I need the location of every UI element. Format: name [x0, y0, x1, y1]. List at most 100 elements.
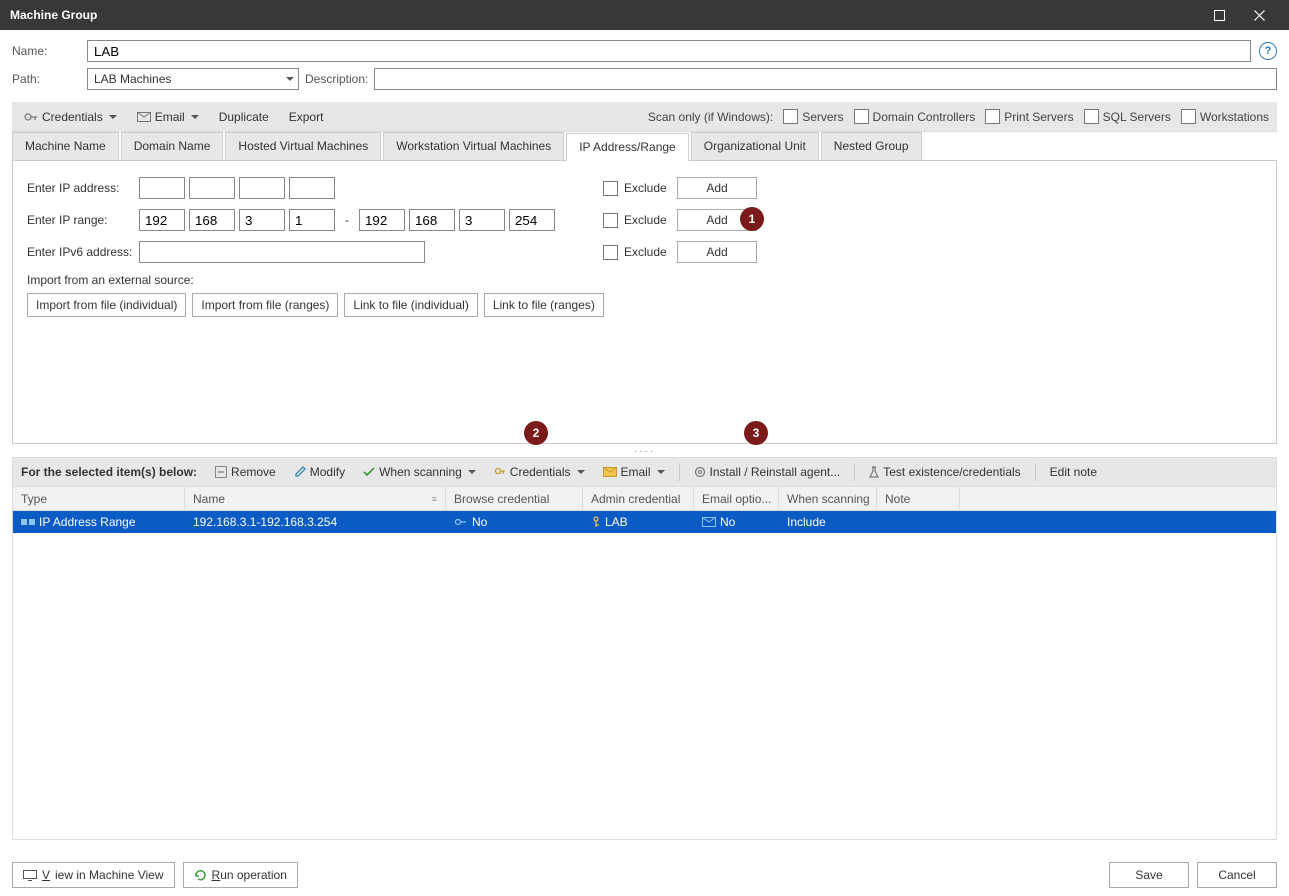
mail-icon [137, 112, 151, 122]
ip-octet-3[interactable] [239, 177, 285, 199]
tabs: Machine Name Domain Name Hosted Virtual … [12, 132, 1277, 161]
row-browse: No [472, 515, 487, 529]
ip-octet-1[interactable] [139, 177, 185, 199]
key-icon [454, 517, 468, 527]
col-when[interactable]: When scanning [779, 487, 877, 510]
install-agent-button[interactable]: Install / Reinstall agent... [690, 463, 845, 481]
tab-ou[interactable]: Organizational Unit [691, 132, 819, 160]
maximize-button[interactable] [1199, 0, 1239, 30]
col-name[interactable]: Name≡ [185, 487, 446, 510]
window-title: Machine Group [10, 8, 97, 22]
col-browse[interactable]: Browse credential [446, 487, 583, 510]
toolbar-top: Credentials Email Duplicate Export Scan … [12, 102, 1277, 132]
ip-add-button[interactable]: Add [677, 177, 757, 199]
row-when: Include [787, 515, 826, 529]
refresh-icon [194, 869, 207, 882]
import-file-individual-button[interactable]: Import from file (individual) [27, 293, 186, 317]
ip-octet-4[interactable] [289, 177, 335, 199]
gear-icon [694, 466, 706, 478]
when-scanning-dropdown[interactable]: When scanning [359, 463, 480, 481]
chevron-down-icon [286, 77, 294, 81]
minus-icon [215, 466, 227, 478]
name-label: Name: [12, 44, 87, 58]
tab-ip-range[interactable]: IP Address/Range [566, 133, 689, 161]
tab-machine-name[interactable]: Machine Name [12, 132, 119, 160]
titlebar: Machine Group [0, 0, 1289, 30]
annotation-badge-1: 1 [740, 207, 764, 231]
range-dash: - [345, 213, 349, 227]
domain-controllers-checkbox[interactable]: Domain Controllers [854, 109, 976, 124]
servers-checkbox[interactable]: Servers [783, 109, 843, 124]
chevron-down-icon [191, 115, 199, 119]
email-dropdown[interactable]: Email [133, 108, 203, 126]
help-icon[interactable]: ? [1259, 42, 1277, 60]
tab-nested-group[interactable]: Nested Group [821, 132, 922, 160]
edit-note-button[interactable]: Edit note [1046, 463, 1101, 481]
col-email[interactable]: Email optio... [694, 487, 779, 510]
description-label: Description: [305, 72, 368, 86]
credentials-dropdown-2[interactable]: Credentials [490, 463, 589, 481]
range-exclude-checkbox[interactable] [603, 213, 618, 228]
chevron-down-icon [577, 470, 585, 474]
run-operation-button[interactable]: Run operation [183, 862, 298, 888]
ipv6-exclude-checkbox[interactable] [603, 245, 618, 260]
path-value: LAB Machines [94, 72, 171, 86]
tab-workstation-vm[interactable]: Workstation Virtual Machines [383, 132, 564, 160]
key-icon [591, 516, 601, 528]
check-icon [363, 466, 375, 478]
toolbar-selection: For the selected item(s) below: Remove M… [12, 457, 1277, 487]
range-end-2[interactable] [409, 209, 455, 231]
splitter-handle[interactable]: ···· [12, 446, 1277, 457]
col-admin[interactable]: Admin credential [583, 487, 694, 510]
range-end-1[interactable] [359, 209, 405, 231]
range-start-4[interactable] [289, 209, 335, 231]
sort-icon: ≡ [432, 494, 437, 504]
save-button[interactable]: Save [1109, 862, 1189, 888]
mail-icon [702, 517, 716, 527]
duplicate-button[interactable]: Duplicate [215, 108, 273, 126]
ip-range-label: Enter IP range: [27, 213, 139, 227]
description-input[interactable] [374, 68, 1277, 90]
range-start-3[interactable] [239, 209, 285, 231]
row-type: IP Address Range [39, 515, 136, 529]
tab-domain-name[interactable]: Domain Name [121, 132, 224, 160]
ip-octet-2[interactable] [189, 177, 235, 199]
ip-range-panel: Enter IP address: Exclude Add Enter IP r… [12, 161, 1277, 444]
path-select[interactable]: LAB Machines [87, 68, 299, 90]
grid-body: IP Address Range 192.168.3.1-192.168.3.2… [12, 511, 1277, 840]
link-file-ranges-button[interactable]: Link to file (ranges) [484, 293, 604, 317]
range-start-2[interactable] [189, 209, 235, 231]
col-note[interactable]: Note [877, 487, 960, 510]
annotation-badge-2: 2 [524, 421, 548, 445]
close-button[interactable] [1239, 0, 1279, 30]
credentials-dropdown[interactable]: Credentials [20, 108, 121, 126]
range-start-1[interactable] [139, 209, 185, 231]
ipv6-add-button[interactable]: Add [677, 241, 757, 263]
cancel-button[interactable]: Cancel [1197, 862, 1277, 888]
sql-servers-checkbox[interactable]: SQL Servers [1084, 109, 1171, 124]
scan-only-label: Scan only (if Windows): [648, 110, 773, 124]
link-file-individual-button[interactable]: Link to file (individual) [344, 293, 477, 317]
ipv6-input[interactable] [139, 241, 425, 263]
export-button[interactable]: Export [285, 108, 328, 126]
table-row[interactable]: IP Address Range 192.168.3.1-192.168.3.2… [13, 511, 1276, 533]
mail-icon [603, 467, 617, 477]
name-input[interactable] [87, 40, 1251, 62]
remove-button[interactable]: Remove [211, 463, 280, 481]
ipv6-label: Enter IPv6 address: [27, 245, 139, 259]
chevron-down-icon [468, 470, 476, 474]
modify-button[interactable]: Modify [290, 463, 349, 481]
workstations-checkbox[interactable]: Workstations [1181, 109, 1269, 124]
range-end-4[interactable] [509, 209, 555, 231]
test-button[interactable]: Test existence/credentials [865, 463, 1024, 481]
range-end-3[interactable] [459, 209, 505, 231]
annotation-badge-3: 3 [744, 421, 768, 445]
tab-hosted-vm[interactable]: Hosted Virtual Machines [225, 132, 381, 160]
flask-icon [869, 466, 879, 478]
print-servers-checkbox[interactable]: Print Servers [985, 109, 1073, 124]
import-file-ranges-button[interactable]: Import from file (ranges) [192, 293, 338, 317]
col-type[interactable]: Type [13, 487, 185, 510]
ip-exclude-checkbox[interactable] [603, 181, 618, 196]
view-machine-view-button[interactable]: View in Machine View [12, 862, 175, 888]
email-dropdown-2[interactable]: Email [599, 463, 669, 481]
